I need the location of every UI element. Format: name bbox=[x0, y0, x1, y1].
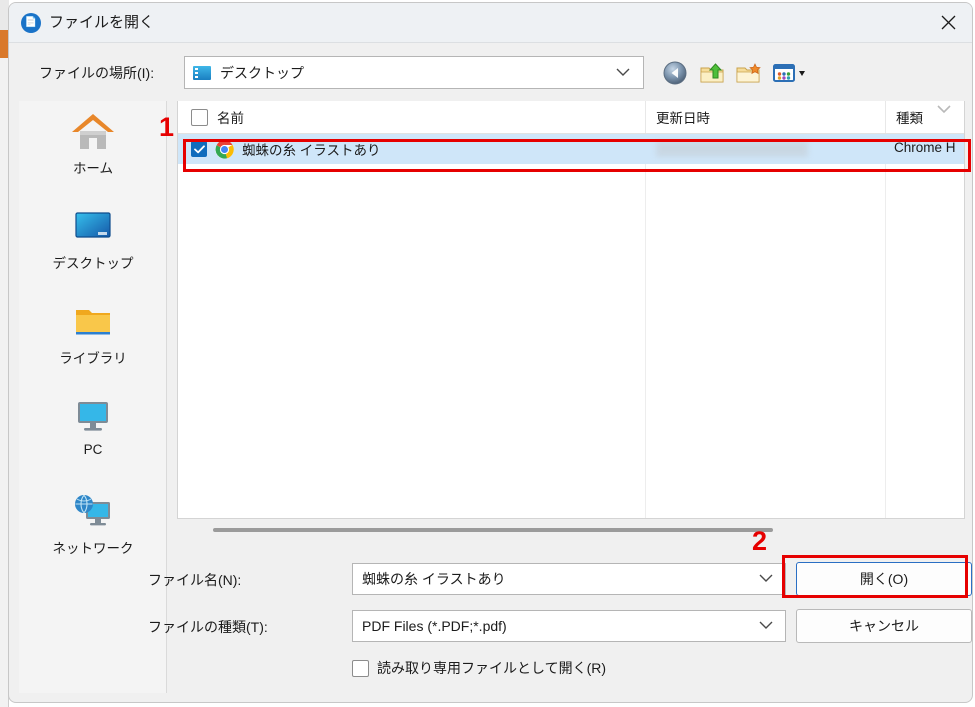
sidebar-item-label: デスクトップ bbox=[52, 256, 134, 271]
file-type-cell: Chrome H bbox=[894, 140, 956, 155]
sort-chevron-down-icon bbox=[935, 102, 953, 120]
location-value: デスクトップ bbox=[220, 64, 304, 81]
cancel-button[interactable]: キャンセル bbox=[796, 609, 972, 643]
readonly-checkbox-row[interactable]: 読み取り専用ファイルとして開く(R) bbox=[352, 658, 606, 678]
chevron-down-icon bbox=[758, 570, 774, 588]
back-button[interactable] bbox=[662, 60, 688, 86]
filetype-label: ファイルの種類(T): bbox=[148, 619, 268, 635]
select-all-checkbox[interactable] bbox=[191, 108, 208, 126]
places-sidebar: ホーム デスクトップ ライブラリ PC ネットワーク bbox=[19, 101, 167, 693]
open-button[interactable]: 開く(O) bbox=[796, 562, 972, 596]
file-list-header: 名前 更新日時 種類 bbox=[178, 101, 964, 134]
chrome-icon bbox=[215, 139, 234, 159]
file-date-cell-redacted bbox=[656, 141, 808, 157]
up-folder-button[interactable] bbox=[699, 60, 725, 86]
window-title: ファイルを開く bbox=[49, 14, 155, 31]
pc-monitor-icon bbox=[19, 394, 167, 440]
new-folder-button[interactable] bbox=[736, 60, 762, 86]
network-globe-icon bbox=[19, 489, 167, 535]
views-button[interactable] bbox=[772, 60, 812, 86]
sidebar-item-label: ネットワーク bbox=[52, 541, 134, 556]
filetype-combobox[interactable]: PDF Files (*.PDF;*.pdf) bbox=[352, 610, 786, 642]
sidebar-item-label: PC bbox=[83, 442, 103, 457]
column-separator bbox=[645, 164, 646, 518]
sidebar-item-desktop[interactable]: デスクトップ bbox=[19, 204, 167, 272]
column-separator bbox=[885, 164, 886, 518]
table-row[interactable]: 蜘蛛の糸 イラストあり Chrome H bbox=[178, 134, 964, 164]
chevron-down-icon bbox=[758, 617, 774, 635]
open-file-dialog: 📄 ファイルを開く ファイルの場所(I): デスクトップ ホーム デスクトップ … bbox=[8, 2, 973, 703]
location-label: ファイルの場所(I): bbox=[39, 65, 155, 81]
file-name-cell: 蜘蛛の糸 イラストあり bbox=[242, 143, 381, 158]
readonly-checkbox[interactable] bbox=[352, 659, 369, 677]
row-checkbox[interactable] bbox=[191, 141, 207, 157]
column-header-label: 更新日時 bbox=[656, 111, 710, 126]
sidebar-item-home[interactable]: ホーム bbox=[19, 109, 167, 177]
folder-icon bbox=[19, 299, 167, 345]
desktop-icon bbox=[193, 65, 211, 80]
readonly-label: 読み取り専用ファイルとして開く(R) bbox=[377, 660, 607, 676]
column-header-date[interactable]: 更新日時 bbox=[645, 101, 885, 133]
title-bar: 📄 ファイルを開く bbox=[9, 3, 972, 43]
file-list: 名前 更新日時 種類 蜘蛛の糸 イラストあり Chrome H bbox=[177, 101, 965, 519]
column-header-label: 名前 bbox=[217, 111, 244, 126]
sidebar-item-pc[interactable]: PC bbox=[19, 394, 167, 457]
column-header-type[interactable]: 種類 bbox=[885, 101, 964, 133]
close-icon[interactable] bbox=[925, 3, 972, 42]
sidebar-item-network[interactable]: ネットワーク bbox=[19, 489, 167, 557]
filename-value: 蜘蛛の糸 イラストあり bbox=[362, 571, 506, 587]
chevron-down-icon bbox=[615, 64, 631, 82]
location-combobox[interactable]: デスクトップ bbox=[184, 56, 644, 89]
desktop-monitor-icon bbox=[19, 204, 167, 250]
sidebar-item-library[interactable]: ライブラリ bbox=[19, 299, 167, 367]
home-icon bbox=[19, 109, 167, 155]
column-header-name[interactable]: 名前 bbox=[178, 101, 645, 133]
filename-combobox[interactable]: 蜘蛛の糸 イラストあり bbox=[352, 563, 786, 595]
filename-label: ファイル名(N): bbox=[148, 572, 242, 588]
filetype-value: PDF Files (*.PDF;*.pdf) bbox=[362, 618, 507, 634]
horizontal-scrollbar-thumb[interactable] bbox=[213, 528, 773, 532]
column-header-label: 種類 bbox=[896, 111, 923, 126]
pdf-app-icon: 📄 bbox=[21, 13, 41, 33]
sidebar-item-label: ライブラリ bbox=[59, 351, 127, 366]
sidebar-item-label: ホーム bbox=[72, 161, 114, 176]
